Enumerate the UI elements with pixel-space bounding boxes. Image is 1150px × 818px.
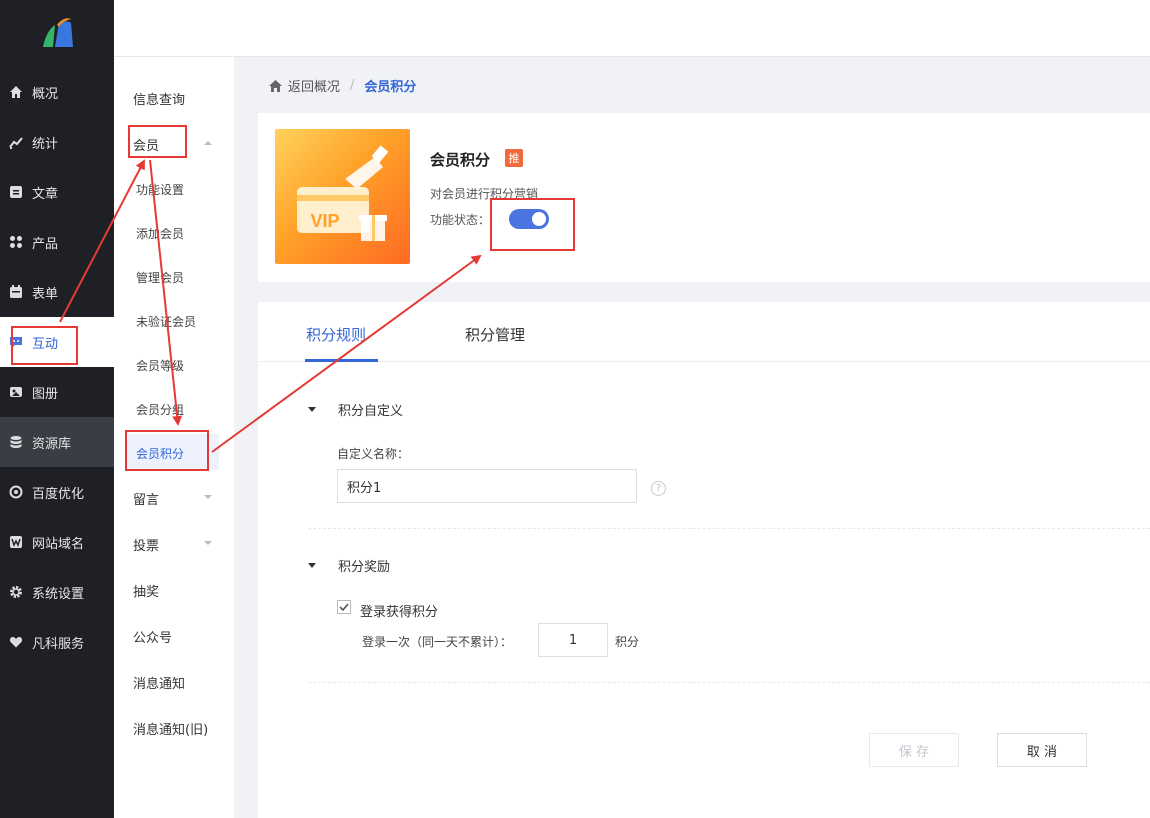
caret-down-icon[interactable]	[308, 563, 316, 568]
nav-item-label: 百度优化	[32, 486, 85, 502]
home-icon[interactable]	[268, 79, 283, 93]
annotation-box-interaction	[11, 326, 78, 365]
vip-card-image: VIP	[275, 129, 410, 264]
help-icon[interactable]: ?	[651, 481, 666, 496]
section-custom-title: 积分自定义	[338, 404, 404, 419]
settings-card: 积分规则 积分管理 积分自定义 自定义名称： 积分1 ? 积分奖励 登录获得积分…	[258, 302, 1150, 818]
gear-icon	[8, 584, 24, 600]
section-divider	[308, 682, 1150, 683]
login-points-input[interactable]: 1	[538, 623, 608, 657]
nav-item-overview[interactable]: 概况	[0, 67, 114, 117]
nav-item-settings[interactable]: 系统设置	[0, 567, 114, 617]
login-points-value: 1	[568, 632, 578, 648]
section-custom-header[interactable]: 积分自定义	[308, 400, 403, 419]
grid-icon	[8, 234, 24, 250]
annotation-box-member	[128, 125, 187, 158]
breadcrumb-back[interactable]: 返回概况	[288, 76, 340, 95]
nav-item-label: 资源库	[32, 436, 72, 452]
tab-bar: 积分规则 积分管理	[258, 302, 1150, 362]
nav-item-label: 统计	[32, 136, 59, 152]
sub-item-add-member[interactable]: 添加会员	[136, 225, 184, 242]
sub-item-unverified[interactable]: 未验证会员	[136, 313, 196, 330]
nav-item-seo[interactable]: 百度优化	[0, 467, 114, 517]
w-icon	[8, 534, 24, 550]
breadcrumb: 返回概况 / 会员积分	[268, 76, 416, 95]
nav-item-label: 表单	[32, 286, 59, 302]
section-reward-header[interactable]: 积分奖励	[308, 556, 390, 575]
custom-name-value: 积分1	[347, 480, 382, 496]
nav-item-album[interactable]: 图册	[0, 367, 114, 417]
save-button[interactable]: 保 存	[869, 733, 959, 767]
chart-icon	[8, 134, 24, 150]
sub-item-level[interactable]: 会员等级	[136, 357, 184, 374]
nav-item-stats[interactable]: 统计	[0, 117, 114, 167]
login-points-checkbox[interactable]	[337, 600, 351, 614]
feature-card: VIP 会员积分 推 对会员进行积分营销 功能状态：	[258, 113, 1150, 282]
nav-item-label: 产品	[32, 236, 59, 252]
sub-item-official[interactable]: 公众号	[133, 627, 172, 646]
feature-title: 会员积分	[430, 151, 491, 169]
nav-item-domain[interactable]: 网站域名	[0, 517, 114, 567]
main-nav: 概况 统计 文章 产品 表单 互动 图册 资源库 百度优化 网站域名 系统设置	[0, 0, 114, 818]
breadcrumb-separator: /	[350, 78, 355, 93]
logo[interactable]	[0, 0, 114, 66]
tab-points-management[interactable]: 积分管理	[465, 324, 525, 345]
sub-item-feature-settings[interactable]: 功能设置	[136, 181, 184, 198]
nav-item-label: 概况	[32, 86, 59, 102]
nav-item-label: 文章	[32, 186, 59, 202]
nav-item-label: 凡科服务	[32, 636, 85, 652]
sub-item-notice[interactable]: 消息通知	[133, 673, 185, 692]
article-icon	[8, 184, 24, 200]
nav-item-product[interactable]: 产品	[0, 217, 114, 267]
chevron-up-icon[interactable]	[204, 141, 212, 145]
nav-item-service[interactable]: 凡科服务	[0, 617, 114, 667]
nav-item-label: 图册	[32, 386, 59, 402]
nav-item-form[interactable]: 表单	[0, 267, 114, 317]
target-icon	[8, 484, 24, 500]
sub-item-message[interactable]: 留言	[133, 489, 159, 508]
nav-item-article[interactable]: 文章	[0, 167, 114, 217]
caret-down-icon[interactable]	[308, 407, 316, 412]
recommend-badge: 推	[505, 149, 523, 167]
cancel-button[interactable]: 取 消	[997, 733, 1087, 767]
feature-status-label: 功能状态：	[430, 213, 491, 227]
top-header	[114, 0, 1150, 57]
heart-icon	[8, 634, 24, 650]
sub-item-manage-member[interactable]: 管理会员	[136, 269, 184, 286]
section-divider	[308, 528, 1150, 529]
sub-item-info[interactable]: 信息查询	[133, 89, 185, 108]
breadcrumb-current: 会员积分	[364, 80, 417, 95]
annotation-box-toggle	[490, 198, 575, 251]
chevron-down-icon[interactable]	[204, 495, 212, 499]
custom-name-label: 自定义名称：	[337, 447, 410, 461]
logo-icon	[43, 18, 73, 47]
annotation-box-points	[125, 430, 209, 471]
tab-points-rules[interactable]: 积分规则	[306, 324, 366, 345]
calendar-icon	[8, 284, 24, 300]
vip-text: VIP	[310, 211, 339, 231]
sub-item-group[interactable]: 会员分组	[136, 401, 184, 418]
login-points-label[interactable]: 登录获得积分	[360, 601, 438, 620]
nav-item-label: 网站域名	[32, 536, 85, 552]
custom-name-input[interactable]: 积分1	[337, 469, 637, 503]
sub-item-notice-old[interactable]: 消息通知(旧)	[133, 719, 208, 738]
nav-item-label: 系统设置	[32, 586, 85, 602]
nav-item-resource[interactable]: 资源库	[0, 417, 114, 467]
album-icon	[8, 384, 24, 400]
database-icon	[8, 434, 24, 450]
tab-active-indicator	[305, 359, 378, 362]
sub-item-vote[interactable]: 投票	[133, 535, 159, 554]
section-reward-title: 积分奖励	[338, 560, 391, 575]
check-icon	[339, 603, 349, 612]
points-unit: 积分	[615, 635, 640, 649]
chevron-down-icon[interactable]	[204, 541, 212, 545]
vip-illustration: VIP	[297, 145, 389, 241]
sub-item-lottery[interactable]: 抽奖	[133, 581, 159, 600]
login-rule-label: 登录一次（同一天不累计）：	[362, 635, 513, 649]
home-icon	[8, 84, 24, 100]
